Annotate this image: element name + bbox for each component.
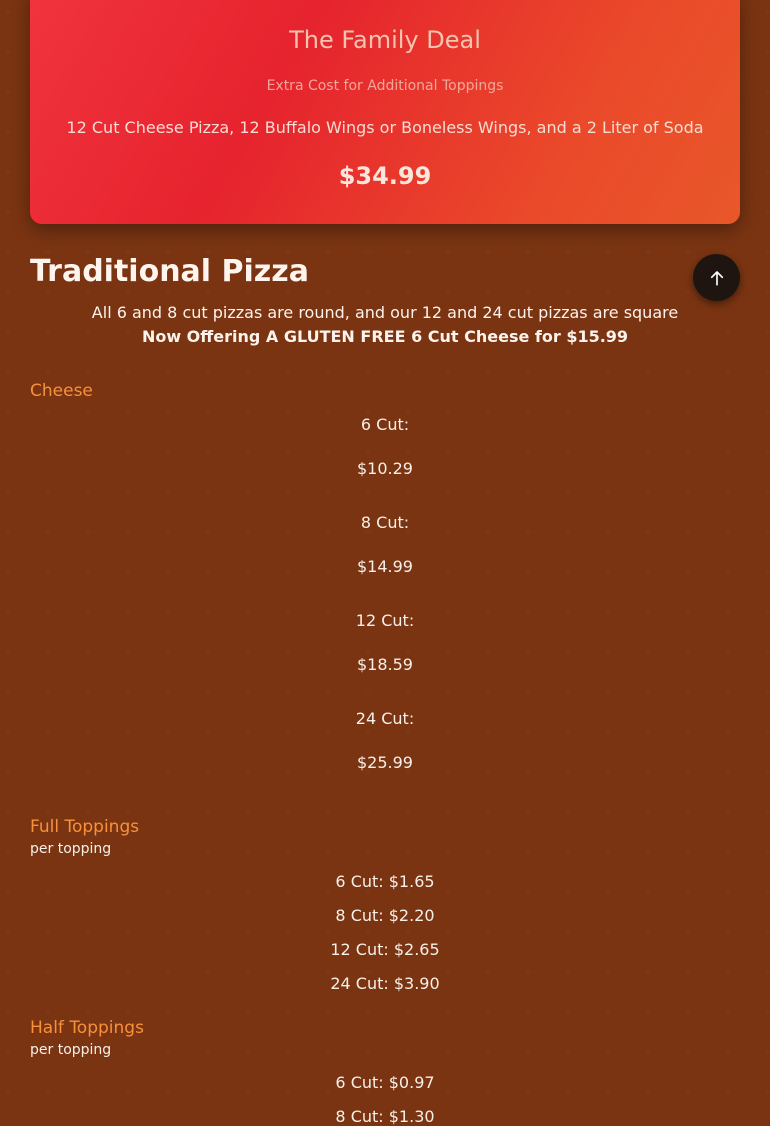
scroll-to-top-button[interactable] [693,254,740,301]
cheese-price-value: $10.29 [357,459,413,478]
cheese-price-value: $25.99 [357,753,413,772]
half-topping-price: 6 Cut: $0.97 [335,1073,435,1092]
gluten-free-offer: Now Offering A GLUTEN FREE 6 Cut Cheese … [141,327,629,346]
full-toppings-title: Full Toppings [30,817,140,837]
full-topping-price: 24 Cut: $3.90 [330,974,440,993]
deal-description: 12 Cut Cheese Pizza, 12 Buffalo Wings or… [66,118,704,137]
half-toppings-subtitle: per topping [30,1042,112,1058]
deal-price: $34.99 [338,162,432,190]
family-deal-card: The Family Deal Extra Cost for Additiona… [30,0,740,224]
half-toppings-title: Half Toppings [30,1018,144,1038]
deal-note: Extra Cost for Additional Toppings [266,78,504,94]
full-topping-price: 12 Cut: $2.65 [330,940,440,959]
full-topping-price: 6 Cut: $1.65 [335,872,435,891]
cheese-price-label: 8 Cut: [360,513,410,532]
half-topping-price: 8 Cut: $1.30 [335,1107,435,1126]
full-toppings-subtitle: per topping [30,841,112,857]
deal-title: The Family Deal [289,26,481,54]
cheese-price-value: $18.59 [357,655,413,674]
cheese-price-label: 24 Cut: [355,709,415,728]
cheese-category-title: Cheese [30,381,93,401]
cheese-price-label: 12 Cut: [355,611,415,630]
pizza-shape-info: All 6 and 8 cut pizzas are round, and ou… [91,303,679,322]
full-topping-price: 8 Cut: $2.20 [335,906,435,925]
cheese-price-label: 6 Cut: [360,415,410,434]
cheese-price-value: $14.99 [357,557,413,576]
arrow-up-icon [710,270,723,286]
section-title: Traditional Pizza [30,254,309,289]
